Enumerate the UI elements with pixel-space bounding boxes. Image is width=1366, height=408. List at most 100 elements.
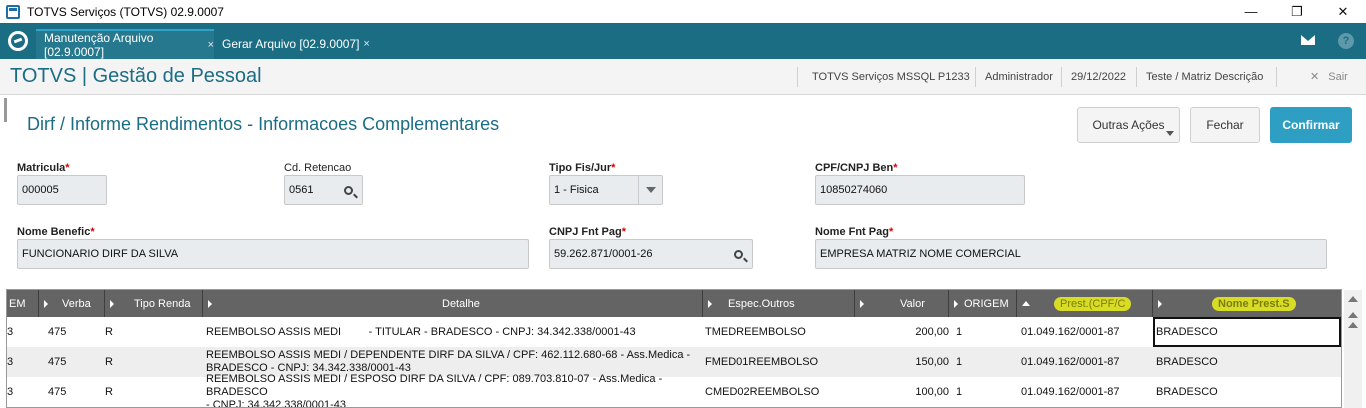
cell-verba: 475 <box>48 385 67 398</box>
sort-arrow-icon <box>208 299 212 308</box>
tipo-select[interactable]: 1 - Fisica <box>549 175 663 205</box>
nome-benefic-label: Nome Benefic* <box>17 226 95 238</box>
header-divider <box>1136 67 1137 87</box>
column-header-espec-outros[interactable]: Espec.Outros <box>703 290 855 317</box>
cpf-cnpj-field[interactable]: 10850274060 <box>815 175 1025 205</box>
tab-close-icon[interactable]: × <box>208 39 214 51</box>
exit-button[interactable]: ✕ Sair <box>1310 70 1348 83</box>
search-button[interactable] <box>724 240 752 268</box>
user-label: Administrador <box>985 71 1053 83</box>
header-divider <box>975 67 976 87</box>
cell-tipo-renda: R <box>105 385 113 398</box>
table-row[interactable]: 3 475 R REEMBOLSO ASSIS MEDI - TITULAR -… <box>7 317 1341 347</box>
cell-verba: 475 <box>48 325 67 338</box>
tab-label: Gerar Arquivo [02.9.0007] <box>222 37 360 51</box>
search-button[interactable] <box>334 176 362 204</box>
cell-prest-cpf: 01.049.162/0001-87 <box>1021 355 1120 368</box>
cell-valor: 200,00 <box>915 325 949 338</box>
close-icon: ✕ <box>1310 71 1320 83</box>
selected-cell[interactable] <box>1153 317 1341 347</box>
app-tabbar: Manutenção Arquivo [02.9.0007] × Gerar A… <box>0 23 1366 59</box>
cnpj-fnt-field[interactable]: 59.262.871/0001-26 <box>549 239 753 269</box>
close-button[interactable]: Fechar <box>1190 107 1260 143</box>
column-header-verba[interactable]: Verba <box>39 290 105 317</box>
column-header-em[interactable]: EM <box>7 290 39 317</box>
minimize-button[interactable]: — <box>1228 0 1274 23</box>
restore-button[interactable]: ❐ <box>1274 0 1320 23</box>
other-actions-button[interactable]: Outras Ações <box>1077 107 1180 143</box>
app-header: TOTVS | Gestão de Pessoal TOTVS Serviços… <box>0 59 1366 95</box>
window-title: TOTVS Serviços (TOTVS) 02.9.0007 <box>27 4 224 19</box>
table-row[interactable]: 3 475 R REEMBOLSO ASSIS MEDI / ESPOSO DI… <box>7 372 1341 408</box>
cell-verba: 475 <box>48 355 67 368</box>
tab-manutencao-arquivo[interactable]: Manutenção Arquivo [02.9.0007] × <box>36 29 214 59</box>
sort-arrow-icon <box>708 299 712 308</box>
grid-header: EM Verba Tipo Renda Detalhe Espec.Outros… <box>7 290 1341 317</box>
search-icon <box>343 185 353 195</box>
close-window-button[interactable]: ✕ <box>1320 0 1366 23</box>
cell-origem: 1 <box>956 385 963 398</box>
grid-scrollbar[interactable] <box>1344 290 1362 408</box>
cell-tipo-renda: R <box>105 325 113 338</box>
chevron-down-icon <box>1166 131 1174 136</box>
cell-origem: 1 <box>956 355 963 368</box>
window-controls: — ❐ ✕ <box>1228 0 1366 23</box>
search-icon <box>733 249 743 259</box>
exit-label: Sair <box>1328 71 1348 83</box>
tab-close-icon[interactable]: × <box>363 38 369 50</box>
column-header-origem[interactable]: ORIGEM <box>949 290 1017 317</box>
environment-label: TOTVS Serviços MSSQL P1233 <box>812 71 970 83</box>
cell-tipo-renda: R <box>105 355 113 368</box>
scroll-up-icon[interactable] <box>1348 322 1358 328</box>
scroll-up-icon[interactable] <box>1348 312 1358 318</box>
cell-em: 3 <box>7 355 14 368</box>
sort-arrow-icon <box>44 299 48 308</box>
column-header-nome-prest[interactable]: Nome Prest.S <box>1153 290 1341 317</box>
brand-title: TOTVS | Gestão de Pessoal <box>10 65 262 87</box>
column-header-detalhe[interactable]: Detalhe <box>203 290 703 317</box>
cell-nome-prest: BRADESCO <box>1156 385 1218 398</box>
column-header-prest-cpf[interactable]: Prest.(CPF/C <box>1017 290 1153 317</box>
data-grid: EM Verba Tipo Renda Detalhe Espec.Outros… <box>6 289 1342 408</box>
scroll-top-icon[interactable] <box>1348 296 1358 302</box>
cd-retencao-label: Cd. Retencao <box>284 162 352 174</box>
matricula-label: Matricula* <box>17 162 70 174</box>
tipo-label: Tipo Fis/Jur* <box>549 162 616 174</box>
date-label: 29/12/2022 <box>1071 71 1127 83</box>
totvs-logo-icon[interactable] <box>8 31 28 51</box>
chevron-down-icon <box>645 187 656 193</box>
cd-retencao-field[interactable]: 0561 <box>284 175 363 205</box>
company-label: Teste / Matriz Descrição <box>1146 71 1264 83</box>
mail-icon[interactable] <box>1301 35 1315 45</box>
window-titlebar: TOTVS Serviços (TOTVS) 02.9.0007 — ❐ ✕ <box>0 0 1366 23</box>
cpf-cnpj-label: CPF/CNPJ Ben* <box>815 162 898 174</box>
sort-arrow-icon <box>860 299 864 308</box>
cell-valor: 150,00 <box>915 355 949 368</box>
cell-espec-outros: TMEDREEMBOLSO <box>705 325 806 338</box>
sort-arrow-icon <box>1158 299 1162 308</box>
help-icon[interactable]: ? <box>1338 33 1354 49</box>
dropdown-toggle[interactable] <box>638 176 662 204</box>
nome-benefic-field[interactable]: FUNCIONARIO DIRF DA SILVA <box>17 239 529 269</box>
confirm-button[interactable]: Confirmar <box>1270 107 1352 143</box>
cell-espec-outros: FMED01REEMBOLSO <box>705 355 819 368</box>
cell-origem: 1 <box>956 325 963 338</box>
tab-gerar-arquivo[interactable]: Gerar Arquivo [02.9.0007] × <box>222 29 370 59</box>
column-header-tipo-renda[interactable]: Tipo Renda <box>105 290 203 317</box>
nome-fnt-label: Nome Fnt Pag* <box>815 226 894 238</box>
cnpj-fnt-label: CNPJ Fnt Pag* <box>549 226 627 238</box>
cell-detalhe: REEMBOLSO ASSIS MEDI - TITULAR - BRADESC… <box>206 325 636 338</box>
header-divider <box>797 67 798 87</box>
matricula-field[interactable]: 000005 <box>17 175 107 205</box>
header-divider <box>1061 67 1062 87</box>
confirm-label: Confirmar <box>1282 118 1340 132</box>
nome-fnt-field[interactable]: EMPRESA MATRIZ NOME COMERCIAL <box>815 239 1327 269</box>
cell-nome-prest: BRADESCO <box>1156 355 1218 368</box>
app-window-icon <box>6 4 20 19</box>
header-divider <box>1276 67 1277 87</box>
page-title: Dirf / Informe Rendimentos - Informacoes… <box>27 114 500 134</box>
column-header-valor[interactable]: Valor <box>855 290 949 317</box>
cell-detalhe: REEMBOLSO ASSIS MEDI / ESPOSO DIRF DA SI… <box>206 372 663 408</box>
panel-edge <box>4 98 7 122</box>
cell-valor: 100,00 <box>915 385 949 398</box>
